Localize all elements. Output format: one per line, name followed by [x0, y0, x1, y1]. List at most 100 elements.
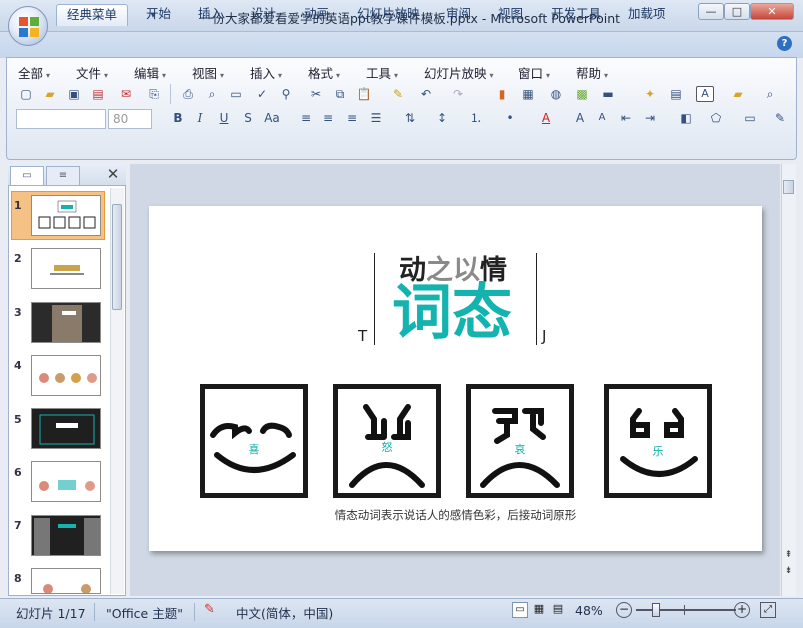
quick-styles-icon[interactable]: ✎: [770, 108, 790, 128]
slide-sorter-icon[interactable]: ▦: [531, 602, 547, 618]
clipart-icon[interactable]: ◍: [546, 84, 566, 104]
slide-thumb-8[interactable]: [31, 568, 101, 594]
slide-thumb-5[interactable]: [31, 408, 101, 449]
maximize-button[interactable]: □: [724, 3, 750, 20]
tab-addins[interactable]: 加载项: [618, 4, 676, 26]
align-right-icon[interactable]: ≡: [342, 108, 362, 128]
language-indicator[interactable]: 中文(简体，中国): [236, 603, 333, 622]
tab-slideshow[interactable]: 幻灯片放映: [347, 4, 430, 26]
panel-close-icon[interactable]: ✕: [104, 165, 122, 183]
decrease-indent-icon[interactable]: ⇤: [616, 108, 636, 128]
slide-thumb-4[interactable]: [31, 355, 101, 396]
layout-icon[interactable]: ▭: [226, 84, 246, 104]
zoom-in-icon[interactable]: +: [734, 602, 750, 618]
menu-format[interactable]: 格式 ▾: [308, 63, 340, 82]
table-icon[interactable]: ▦: [518, 84, 538, 104]
menu-all[interactable]: 全部 ▾: [18, 63, 50, 82]
theme-name[interactable]: "Office 主题": [106, 603, 183, 622]
print-preview-icon[interactable]: ⌕: [202, 84, 222, 104]
print-icon[interactable]: ⎙: [178, 84, 198, 104]
tab-review[interactable]: 审阅: [436, 4, 481, 26]
open-icon[interactable]: ▰: [40, 84, 60, 104]
new-slide-icon[interactable]: ✦: [640, 84, 660, 104]
thumbnail-scroll-thumb[interactable]: [112, 204, 122, 310]
save-icon[interactable]: ▣: [64, 84, 84, 104]
font-color-icon[interactable]: A: [536, 108, 556, 128]
tab-slides-thumbnails[interactable]: ▭: [10, 166, 44, 185]
tab-view[interactable]: 视图: [488, 4, 533, 26]
vertical-scroll-thumb[interactable]: [783, 180, 794, 194]
cut-icon[interactable]: ✂: [306, 84, 326, 104]
font-size-combo[interactable]: 80: [108, 109, 152, 129]
vertical-scrollbar[interactable]: [781, 164, 796, 596]
new-icon[interactable]: ▢: [16, 84, 36, 104]
zoom-out-icon[interactable]: −: [616, 602, 632, 618]
permission-icon[interactable]: ▤: [88, 84, 108, 104]
office-button[interactable]: [8, 6, 48, 46]
folder-icon[interactable]: ▰: [728, 84, 748, 104]
publish-icon[interactable]: ⎘: [144, 84, 164, 104]
tab-insert[interactable]: 插入: [188, 4, 233, 26]
email-icon[interactable]: ✉: [116, 84, 136, 104]
slide-layout-icon[interactable]: ▤: [666, 84, 686, 104]
align-center-icon[interactable]: ≡: [318, 108, 338, 128]
help-icon[interactable]: ?: [777, 36, 792, 51]
tab-animation[interactable]: 动画: [294, 4, 339, 26]
zoom-slider-track[interactable]: [636, 609, 736, 611]
tab-outline[interactable]: ≡: [46, 166, 80, 185]
slide-thumb-3[interactable]: [31, 302, 101, 343]
normal-view-icon[interactable]: ▭: [512, 602, 528, 618]
shape-fill-icon[interactable]: ▬: [598, 84, 618, 104]
tab-home[interactable]: 开始: [136, 4, 181, 26]
spelling-icon[interactable]: ✓: [252, 84, 272, 104]
menu-slideshow[interactable]: 幻灯片放映 ▾: [424, 63, 494, 82]
slide-thumb-7[interactable]: [31, 515, 101, 556]
research-icon[interactable]: ⚲: [276, 84, 296, 104]
menu-tools[interactable]: 工具 ▾: [366, 63, 398, 82]
zoom-level[interactable]: 48%: [575, 603, 603, 618]
textbox-icon[interactable]: A: [696, 86, 714, 102]
slide-thumb-2[interactable]: [31, 248, 101, 289]
text-direction-icon[interactable]: ⇅: [400, 108, 420, 128]
tab-design[interactable]: 设计: [241, 4, 286, 26]
chart-icon[interactable]: ▮: [492, 84, 512, 104]
slide-thumb-1[interactable]: [31, 195, 101, 236]
menu-file[interactable]: 文件 ▾: [76, 63, 108, 82]
font-name-combo[interactable]: [16, 109, 106, 129]
picture-icon[interactable]: ▩: [572, 84, 592, 104]
zoom-slider-thumb[interactable]: [652, 603, 660, 617]
arrange-icon[interactable]: ◧: [676, 108, 696, 128]
prev-slide-icon[interactable]: ⇞: [782, 550, 795, 560]
slideshow-view-icon[interactable]: ▤: [550, 602, 566, 618]
minimize-button[interactable]: —: [698, 3, 724, 20]
menu-view[interactable]: 视图 ▾: [192, 63, 224, 82]
bold-icon[interactable]: B: [168, 108, 188, 128]
underline-icon[interactable]: U: [214, 108, 234, 128]
increase-indent-icon[interactable]: ⇥: [640, 108, 660, 128]
change-case-icon[interactable]: Aa: [262, 108, 282, 128]
menu-insert[interactable]: 插入 ▾: [250, 63, 282, 82]
line-spacing-icon[interactable]: ↕: [432, 108, 452, 128]
italic-icon[interactable]: I: [190, 108, 210, 128]
grow-font-icon[interactable]: A: [570, 108, 590, 128]
slide-canvas[interactable]: T J 动之以情 词态 喜 怒 哀 乐 情态动词表示说话人的感情色彩，后接动词原…: [149, 206, 762, 551]
close-button[interactable]: ✕: [750, 3, 794, 20]
numbering-icon[interactable]: ⒈: [466, 108, 486, 128]
tab-classic-menu[interactable]: 经典菜单: [56, 4, 129, 26]
slide-thumb-6[interactable]: [31, 461, 101, 502]
format-painter-icon[interactable]: ✎: [388, 84, 408, 104]
menu-help[interactable]: 帮助 ▾: [576, 63, 608, 82]
spelling-status-icon[interactable]: ✎: [204, 602, 215, 617]
fit-to-window-icon[interactable]: ⤢: [760, 602, 776, 618]
justify-icon[interactable]: ☰: [366, 108, 386, 128]
tab-developer[interactable]: 开发工具: [541, 4, 611, 26]
undo-icon[interactable]: ↶: [416, 84, 436, 104]
shape-outline-icon[interactable]: ▭: [740, 108, 760, 128]
shrink-font-icon[interactable]: A: [592, 108, 612, 128]
find-icon[interactable]: ⌕: [760, 84, 780, 104]
strikethrough-icon[interactable]: S: [238, 108, 258, 128]
menu-edit[interactable]: 编辑 ▾: [134, 63, 166, 82]
shapes-icon[interactable]: ⬠: [706, 108, 726, 128]
copy-icon[interactable]: ⧉: [330, 84, 350, 104]
bullets-icon[interactable]: •: [500, 108, 520, 128]
